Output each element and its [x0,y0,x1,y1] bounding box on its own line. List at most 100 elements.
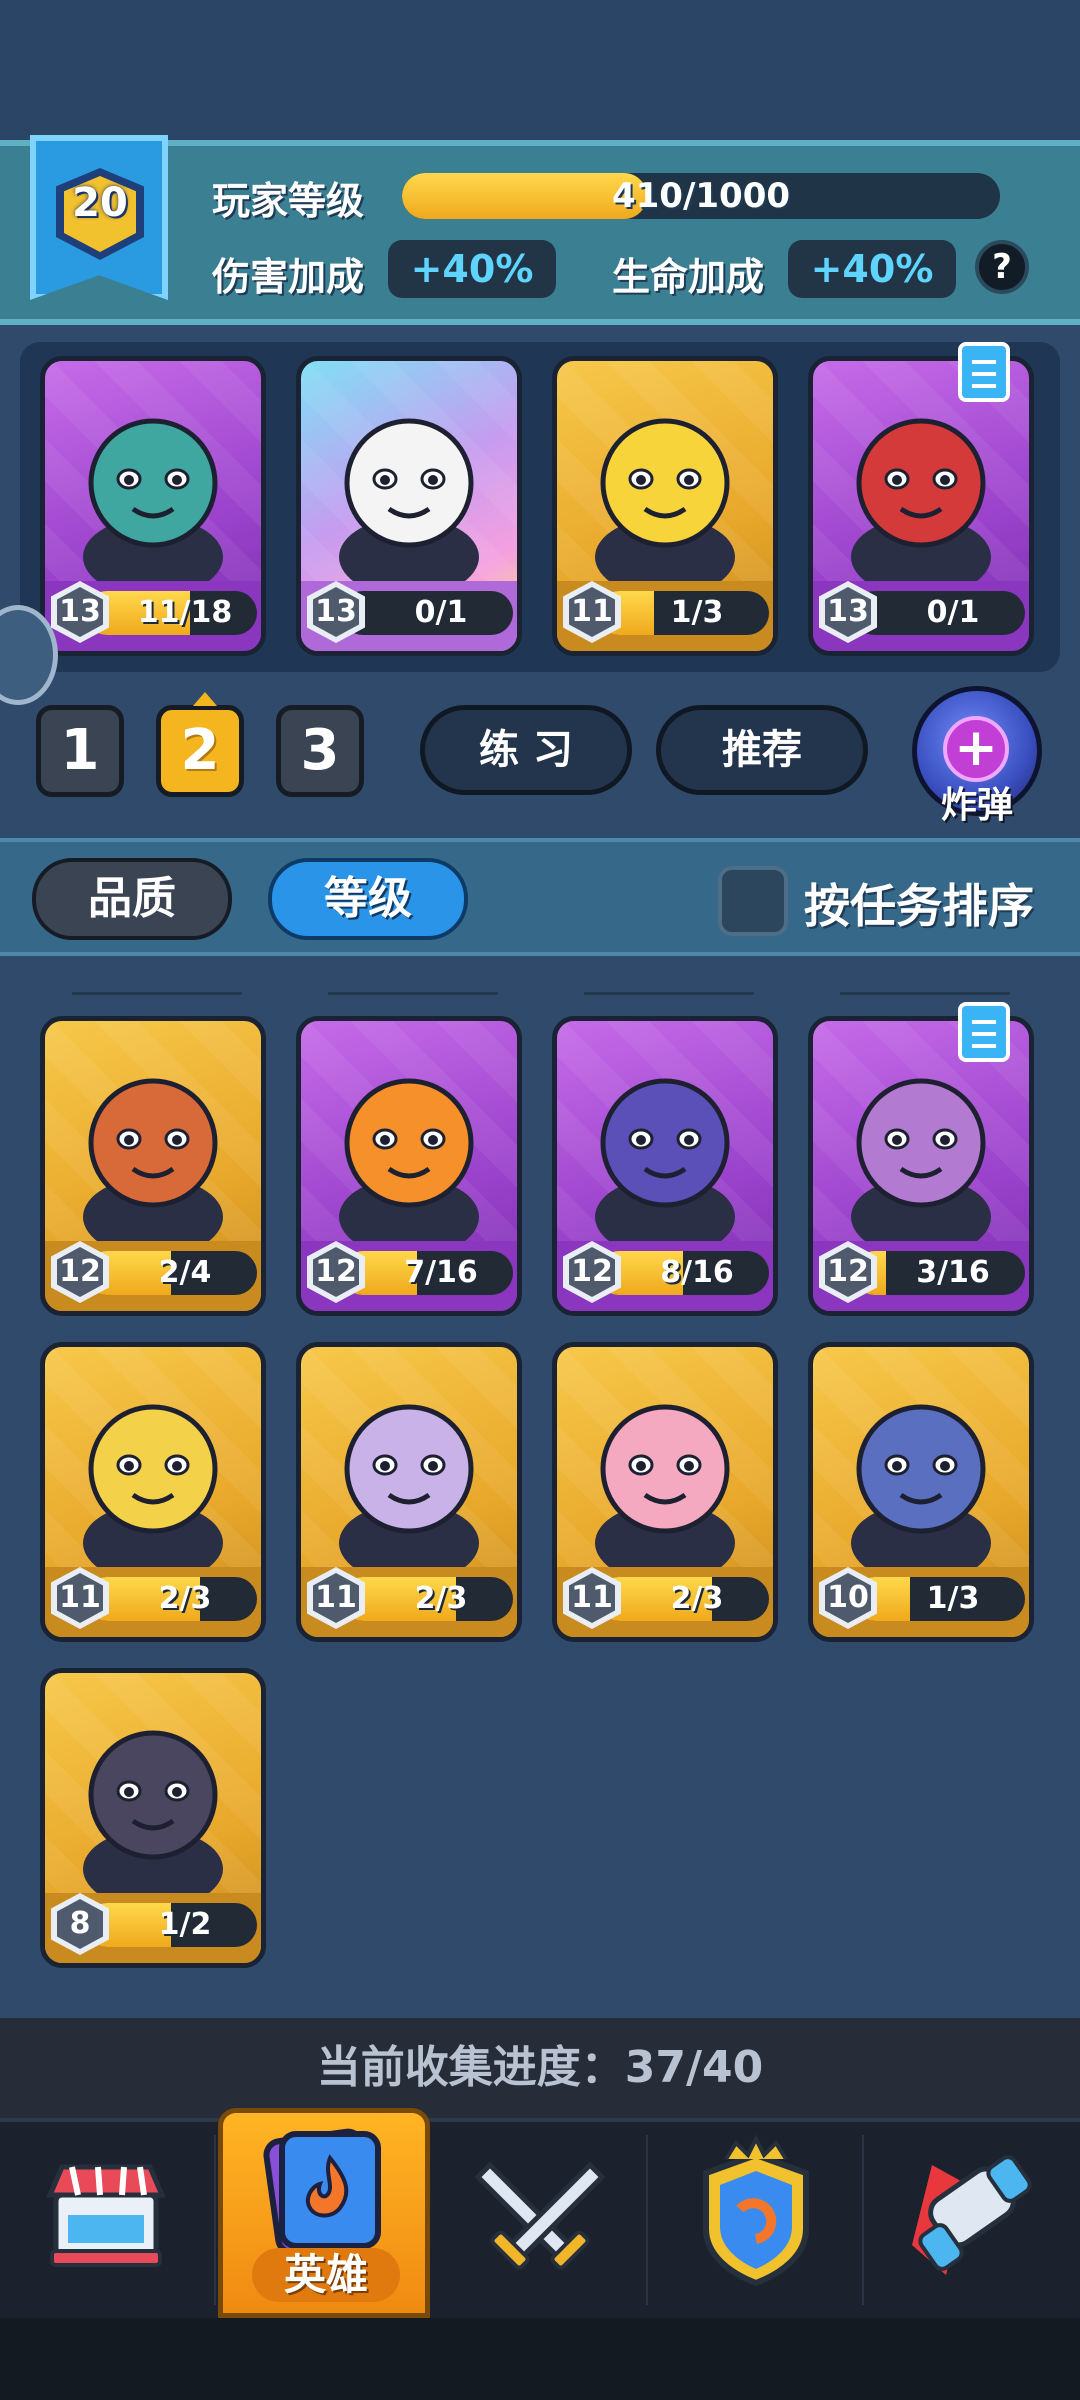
rooster-icon [595,418,735,581]
knight-icon [83,1404,223,1567]
card-progress-bar: 8/16 [597,1251,769,1295]
nav-shop[interactable] [6,2125,206,2315]
card-progress-text: 2/3 [670,1581,724,1616]
card-progress-text: 2/3 [414,1581,468,1616]
player-xp-bar: 410/1000 [402,173,1000,219]
kitsune-icon [595,1404,735,1567]
fire-imp-icon [339,1078,479,1241]
crossed-swords-icon [474,2161,606,2270]
card-level: 11 [315,1580,357,1615]
tribal-girl-icon [83,1078,223,1241]
tribal-girl-hero-card[interactable]: 2/4 12 [40,1016,266,1316]
clipboard-task-icon [958,1002,1010,1062]
card-progress-text: 1/2 [158,1907,212,1942]
card-progress-text: 1/3 [926,1581,980,1616]
panda-hero-card[interactable]: 0/1 13 [296,356,522,656]
card-progress-bar: 11/18 [85,591,257,635]
card-progress-bar: 7/16 [341,1251,513,1295]
top-background [0,0,1080,140]
row-divider [584,992,754,995]
bottom-nav-base [0,2318,1080,2400]
dark-elf-hero-card[interactable]: 2/3 11 [296,1342,522,1642]
damage-bonus-label: 伤害加成 [212,255,365,299]
nav-clan[interactable] [656,2125,856,2315]
card-progress-text: 11/18 [137,595,233,630]
hero-cards-icon [263,2128,381,2252]
card-progress-bar: 0/1 [853,591,1025,635]
card-level: 13 [315,594,357,629]
card-level: 13 [59,594,101,629]
nav-battle[interactable] [440,2125,640,2315]
nav-separator [646,2135,648,2305]
card-progress-bar: 2/3 [597,1577,769,1621]
bomb-label: 炸弹 [940,785,1013,826]
recommend-button[interactable]: 推荐 [656,705,868,795]
player-rank: 20 [72,180,128,226]
nav-heroes-label: 英雄 [252,2248,400,2302]
shadow-creature-hero-card[interactable]: 1/3 10 [808,1342,1034,1642]
card-progress-text: 8/16 [660,1255,734,1290]
sort-by-task-checkbox[interactable] [718,866,788,936]
health-bonus-value: +40% [788,240,956,298]
minotaur-hero-card[interactable]: 8/16 12 [552,1016,778,1316]
sort-level-button[interactable]: 等级 [268,858,468,940]
card-progress-bar: 0/1 [341,591,513,635]
card-level: 12 [315,1254,357,1289]
shadow-icon [851,1404,991,1567]
deck-page-2[interactable]: 2 [156,692,244,797]
panda-icon [339,418,479,581]
card-level: 11 [59,1580,101,1615]
card-progress-text: 1/3 [670,595,724,630]
card-level: 10 [827,1580,869,1615]
fire-imp-hero-card[interactable]: 7/16 12 [296,1016,522,1316]
card-level: 12 [571,1254,613,1289]
health-bonus-label: 生命加成 [612,255,765,299]
card-progress-bar: 2/3 [341,1577,513,1621]
collection-progress-text: 当前收集进度：37/40 [316,2042,764,2093]
card-progress-bar: 1/3 [597,591,769,635]
card-level: 8 [69,1906,91,1941]
minotaur-icon [595,1078,735,1241]
nav-events[interactable] [872,2125,1072,2315]
nav-separator [862,2135,864,2305]
card-progress-text: 0/1 [414,595,468,630]
card-level: 11 [571,1580,613,1615]
card-progress-bar: 2/3 [85,1577,257,1621]
elf-icon [339,1404,479,1567]
deck-page-1[interactable]: 1 [36,705,124,797]
help-button[interactable]: ? [975,240,1029,294]
card-progress-bar: 1/2 [85,1903,257,1947]
card-progress-text: 7/16 [404,1255,478,1290]
card-level: 12 [59,1254,101,1289]
player-level-label: 玩家等级 [212,179,365,223]
card-progress-bar: 3/16 [853,1251,1025,1295]
row-divider [328,992,498,995]
card-progress-bar: 1/3 [853,1577,1025,1621]
card-progress-text: 2/3 [158,1581,212,1616]
rooster-boxer-hero-card[interactable]: 1/3 11 [552,356,778,656]
sort-by-task-label: 按任务排序 [804,879,1034,933]
player-xp-text: 410/1000 [611,176,791,216]
practice-button[interactable]: 练 习 [420,705,632,795]
deck-page-3[interactable]: 3 [276,705,364,797]
nav-separator [214,2135,216,2305]
row-divider [840,992,1010,995]
card-level: 13 [827,594,869,629]
wolf-icon [83,1730,223,1893]
kitsune-girl-hero-card[interactable]: 2/3 11 [552,1342,778,1642]
card-progress-text: 2/4 [158,1255,212,1290]
knight-hero-card[interactable]: 2/3 11 [40,1342,266,1642]
plus-icon: + [943,716,1009,782]
shop-icon [46,2164,166,2267]
damage-bonus-value: +40% [388,240,556,298]
card-progress-text: 0/1 [926,595,980,630]
wolf-hero-card[interactable]: 1/2 8 [40,1668,266,1968]
ogre-hook-hero-card[interactable]: 11/18 13 [40,356,266,656]
card-level: 12 [827,1254,869,1289]
clipboard-task-icon [958,342,1010,402]
row-divider [72,992,242,995]
card-level: 11 [571,594,613,629]
ogre-icon [83,418,223,581]
shield-emblem-icon [703,2134,809,2287]
sort-quality-button[interactable]: 品质 [32,858,232,940]
